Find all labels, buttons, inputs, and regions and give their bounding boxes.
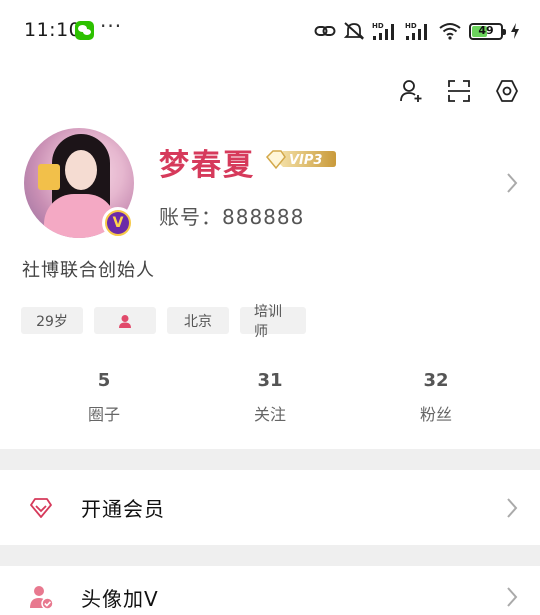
status-time: 11:10	[24, 19, 82, 41]
female-user-icon	[119, 314, 131, 328]
stat-circles[interactable]: 5 圈子	[21, 370, 187, 425]
chevron-right-icon	[507, 497, 518, 518]
settings-icon[interactable]	[494, 78, 520, 104]
profile-tags: 29岁 北京 培训师	[21, 304, 306, 340]
section-divider	[0, 449, 540, 470]
stat-following[interactable]: 31 关注	[187, 370, 353, 425]
hd-signal-icon: HD	[372, 22, 394, 40]
hd-label: HD	[372, 22, 384, 30]
charging-icon	[511, 23, 519, 39]
add-friend-icon[interactable]	[398, 78, 424, 104]
menu-item-membership[interactable]: 开通会员	[0, 470, 540, 545]
battery-level: 49	[478, 23, 494, 37]
stat-label: 圈子	[87, 405, 120, 424]
mute-icon	[343, 22, 365, 40]
menu-item-avatar-verify[interactable]: 头像加V	[0, 566, 540, 615]
menu-item-label: 开通会员	[81, 497, 165, 521]
stat-label: 粉丝	[419, 405, 452, 424]
tag-gender	[94, 307, 156, 334]
header-actions	[398, 78, 520, 104]
profile-stats: 5 圈子 31 关注 32 粉丝	[0, 370, 540, 425]
hd-signal-icon: HD	[405, 22, 427, 40]
user-verified-icon	[28, 584, 54, 610]
status-bar: 11:10 ··· HD HD 49	[0, 0, 540, 62]
verified-badge-label: V	[107, 212, 129, 234]
hd-label: HD	[405, 22, 417, 30]
stat-label: 关注	[253, 405, 286, 424]
section-divider	[0, 545, 540, 566]
battery-icon: 49	[469, 22, 506, 40]
chevron-right-icon	[507, 587, 518, 607]
scan-icon[interactable]	[446, 78, 472, 104]
vip-badge: VIP3	[265, 150, 336, 170]
vip-label: VIP3	[289, 153, 322, 168]
stat-followers[interactable]: 32 粉丝	[353, 370, 519, 425]
profile-name: 梦春夏	[159, 148, 255, 183]
stat-value: 31	[257, 370, 283, 391]
stat-value: 5	[97, 370, 111, 391]
tag-age: 29岁	[21, 307, 83, 334]
chevron-right-icon[interactable]	[506, 172, 518, 194]
status-icons: HD HD 49	[314, 20, 520, 42]
wechat-icon	[75, 21, 94, 40]
stat-value: 32	[423, 370, 449, 391]
account-id: 账号：888888	[159, 205, 305, 229]
wifi-icon	[439, 23, 461, 40]
more-dots-icon: ···	[100, 14, 123, 38]
tag-city: 北京	[167, 307, 229, 334]
link-icon	[314, 26, 336, 36]
diamond-icon	[28, 495, 54, 521]
profile-bio: 社博联合创始人	[22, 260, 155, 281]
tag-job: 培训师	[240, 304, 306, 340]
verified-badge: V	[102, 207, 134, 239]
menu-item-label: 头像加V	[81, 586, 159, 611]
